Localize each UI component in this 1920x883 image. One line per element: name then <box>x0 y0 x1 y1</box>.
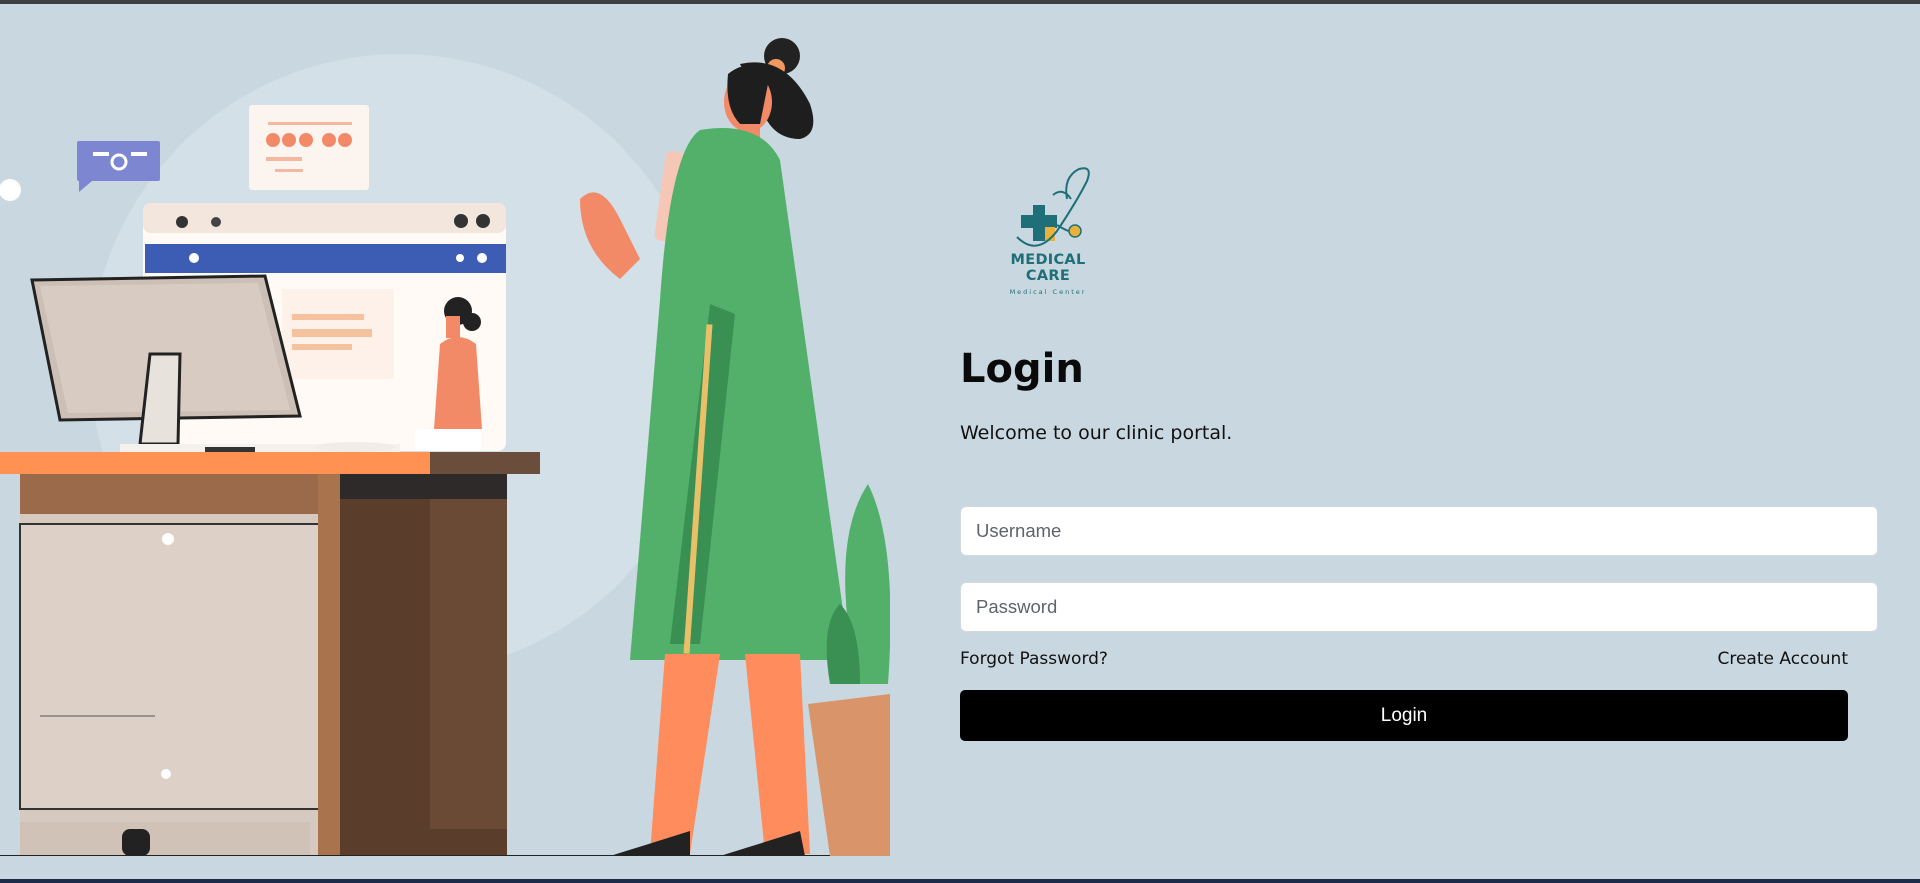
brand-block: MEDICAL CARE Medical Center <box>988 165 1108 296</box>
brand-name: MEDICAL CARE <box>1010 252 1086 284</box>
welcome-text: Welcome to our clinic portal. <box>960 422 1233 444</box>
rating-card-icon <box>249 105 369 190</box>
medical-cross-stethoscope-icon <box>1016 167 1090 247</box>
window-bottom-bar <box>0 879 1920 883</box>
brand-subtitle: Medical Center <box>1009 288 1087 296</box>
forgot-password-link[interactable]: Forgot Password? <box>960 649 1108 669</box>
password-input[interactable] <box>960 582 1878 632</box>
username-input[interactable] <box>960 506 1878 556</box>
clinic-receptionist-illustration <box>0 38 890 856</box>
create-account-link[interactable]: Create Account <box>1717 649 1848 669</box>
login-button[interactable]: Login <box>960 690 1848 741</box>
page-title: Login <box>960 346 1084 392</box>
